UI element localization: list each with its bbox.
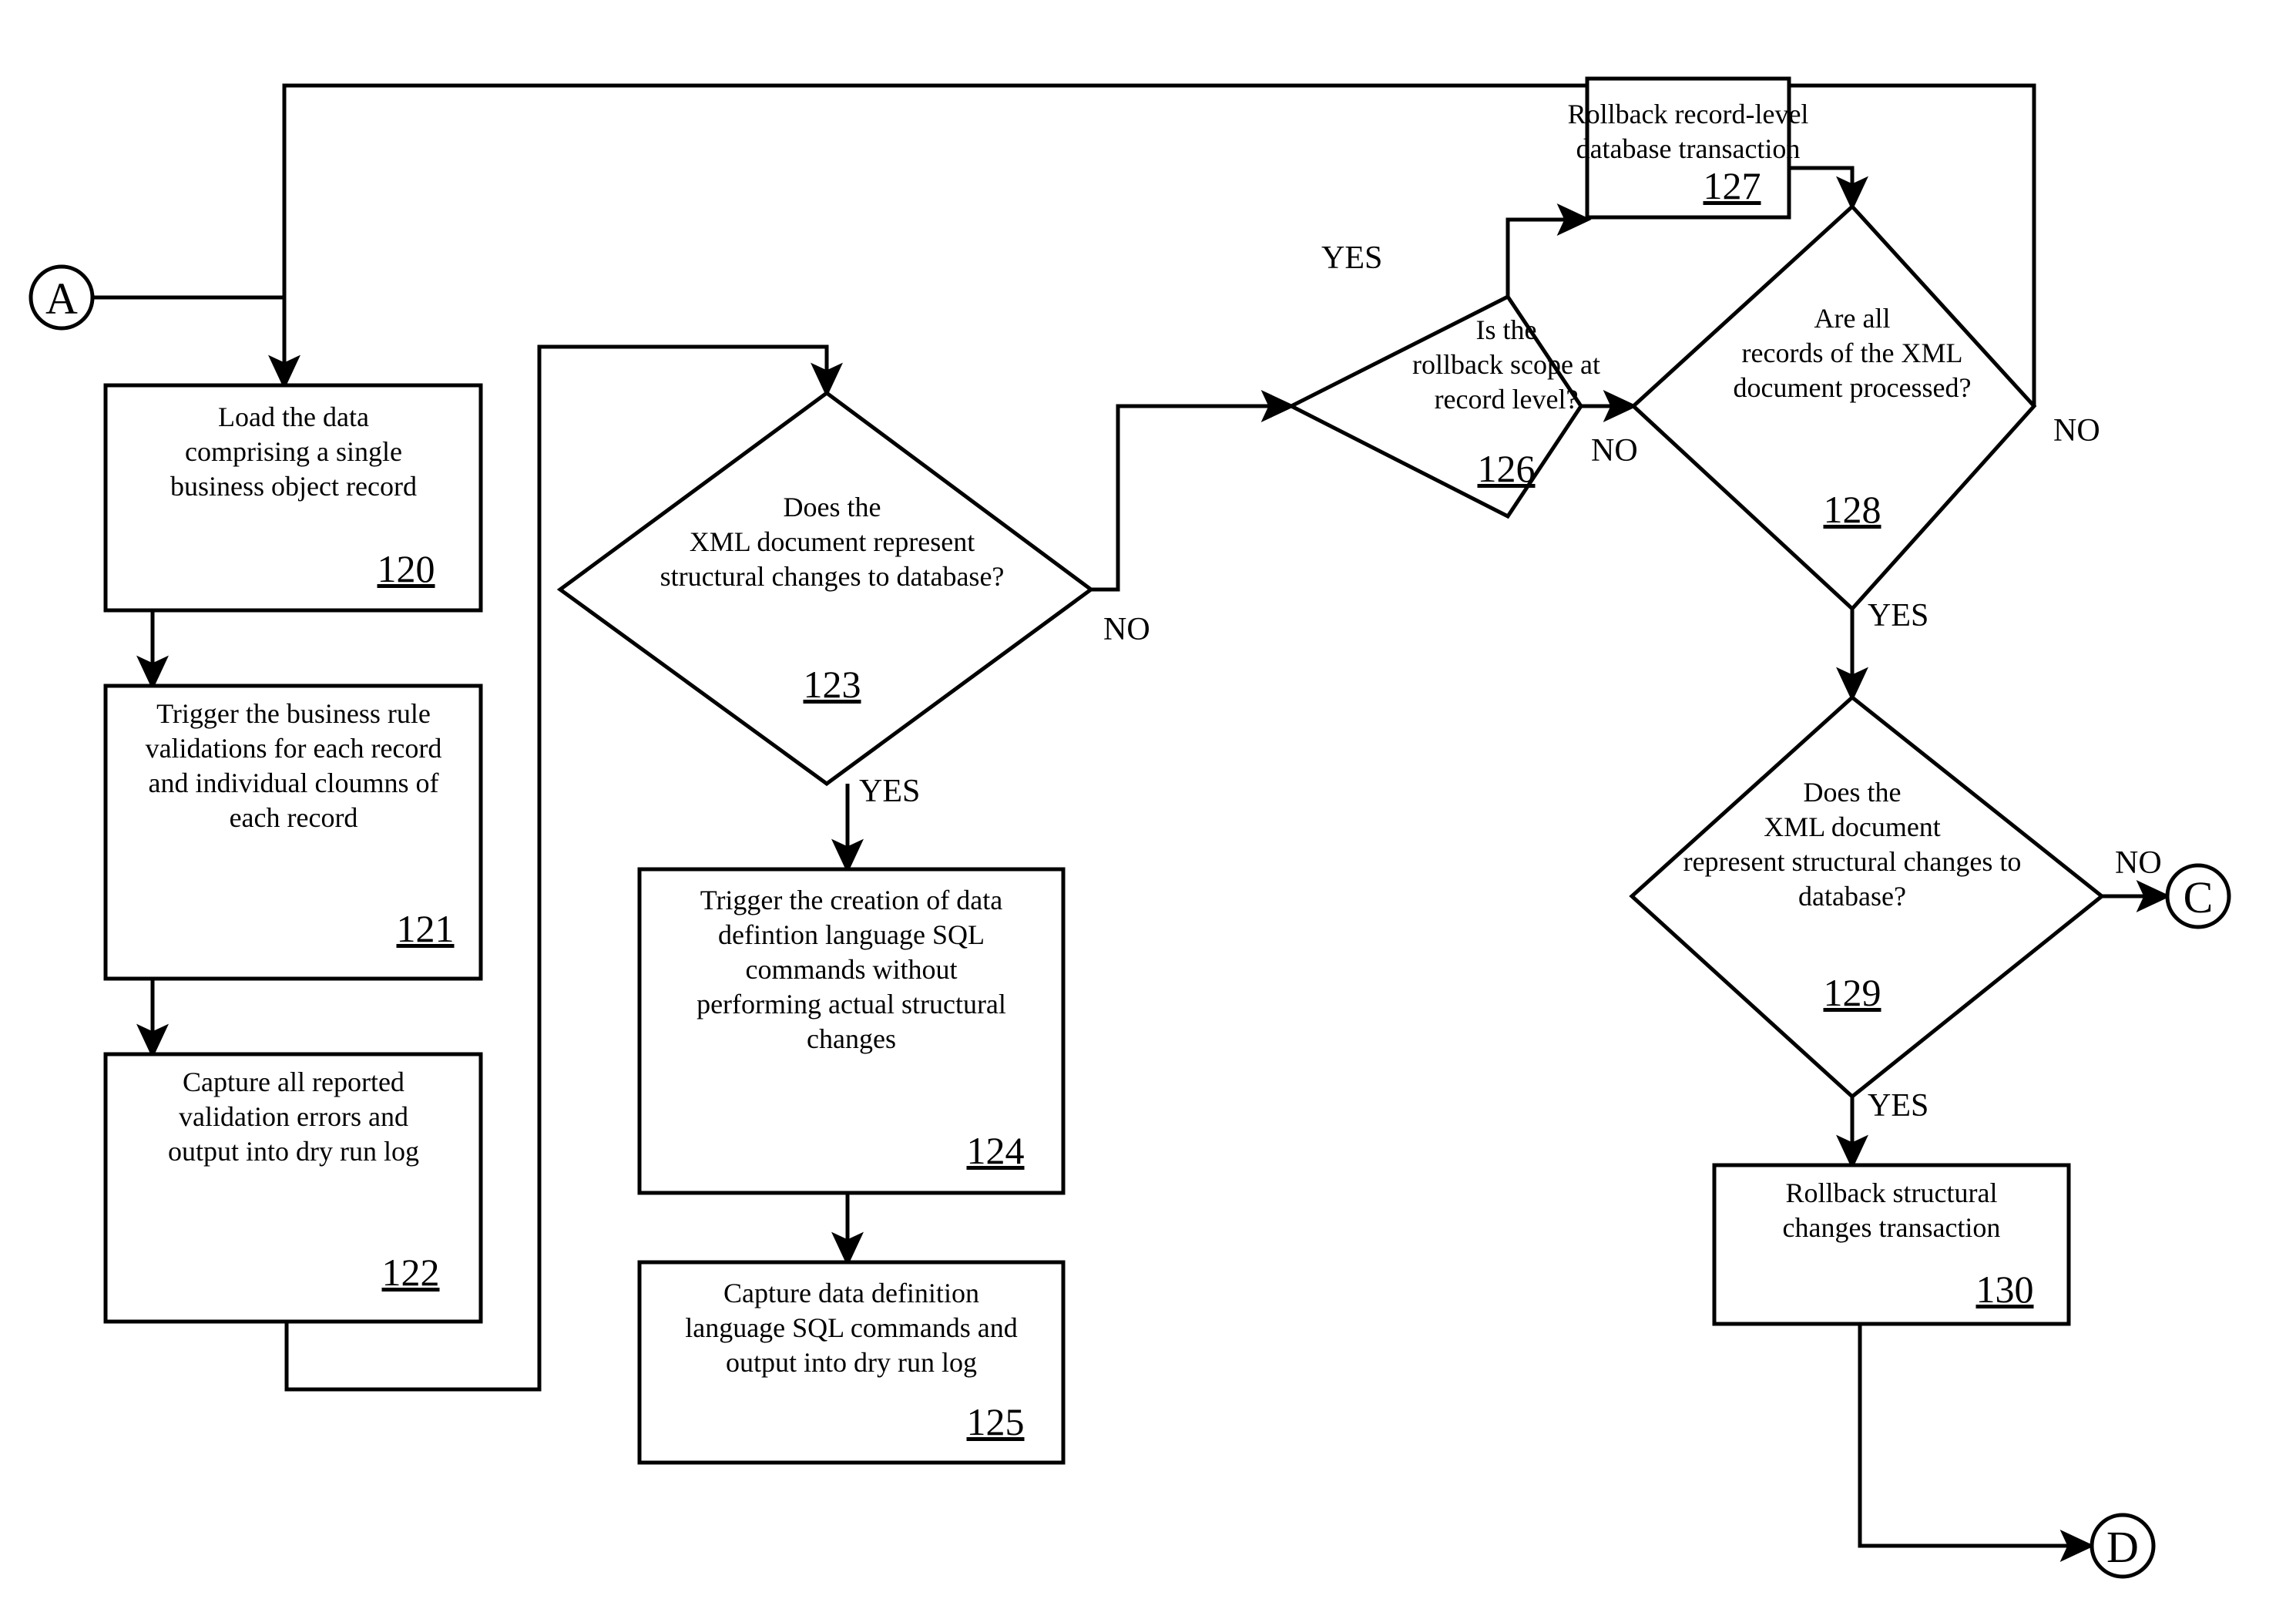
node-121-ref: 121 <box>397 907 455 950</box>
node-127-ref: 127 <box>1704 164 1761 207</box>
node-123-ref: 123 <box>804 663 861 706</box>
node-125-ref: 125 <box>967 1400 1025 1443</box>
node-122[interactable]: Capture all reported validation errors a… <box>103 1052 483 1324</box>
node-129-line-3: represent structural changes to <box>1683 846 2022 877</box>
node-126-ref: 126 <box>1478 447 1536 490</box>
node-125-line-3: output into dry run log <box>726 1347 977 1378</box>
node-122-line-2: validation errors and <box>179 1101 408 1132</box>
node-120-ref: 120 <box>378 547 435 590</box>
edge-127-to-128 <box>1789 166 1868 211</box>
node-127[interactable]: Rollback record-level database transacti… <box>1568 76 1809 220</box>
node-123-line-3: structural changes to database? <box>660 561 1005 592</box>
node-126[interactable]: Is the rollback scope at record level? 1… <box>1287 294 1600 519</box>
edge-label-129-no: NO <box>2115 845 2162 881</box>
node-129-line-1: Does the <box>1804 777 1902 808</box>
node-129[interactable]: Does the XML document represent structur… <box>1629 694 2106 1100</box>
connector-D-label: D <box>2106 1522 2139 1572</box>
edge-label-126-no: NO <box>1591 433 1638 469</box>
node-120-line-3: business object record <box>170 471 417 502</box>
connector-C-label: C <box>2184 872 2214 922</box>
node-128-ref: 128 <box>1824 488 1881 531</box>
node-124-line-2: defintion language SQL <box>718 919 985 950</box>
node-126-line-1: Is the <box>1476 314 1537 345</box>
node-127-line-2: database transaction <box>1576 133 1801 164</box>
node-130-line-1: Rollback structural <box>1786 1177 1998 1208</box>
node-128-line-1: Are all <box>1814 303 1891 334</box>
node-121-line-3: and individual cloumns of <box>149 768 439 798</box>
node-120-line-2: comprising a single <box>185 436 402 467</box>
node-130-line-2: changes transaction <box>1783 1212 2001 1243</box>
node-130-ref: 130 <box>1976 1268 2034 1311</box>
node-127-line-1: Rollback record-level <box>1568 99 1809 129</box>
node-121[interactable]: Trigger the business rule validations fo… <box>103 684 483 981</box>
node-128-line-2: records of the XML <box>1742 338 1963 368</box>
edge-label-128-no: NO <box>2053 413 2100 448</box>
node-122-ref: 122 <box>382 1251 440 1294</box>
edge-label-126-yes: YES <box>1321 240 1382 276</box>
edge-130-to-D <box>1858 1324 2095 1562</box>
edge-126-yes-to-127 <box>1505 203 1592 297</box>
connector-A-label: A <box>45 274 78 324</box>
node-121-line-2: validations for each record <box>146 733 442 764</box>
connector-D[interactable]: D <box>2090 1513 2156 1579</box>
node-124-line-3: commands without <box>746 954 958 985</box>
edge-123-no-to-126 <box>1091 390 1296 592</box>
node-123[interactable]: Does the XML document represent structur… <box>556 390 1095 787</box>
node-129-line-4: database? <box>1798 881 1906 912</box>
node-124[interactable]: Trigger the creation of data defintion l… <box>637 867 1066 1195</box>
node-125-line-1: Capture data definition <box>723 1278 979 1308</box>
node-121-line-1: Trigger the business rule <box>156 698 431 729</box>
flowchart-canvas: A C D Load the data comprising a single … <box>0 0 2296 1609</box>
node-124-line-5: changes <box>807 1023 896 1054</box>
node-128-line-3: document processed? <box>1734 372 1972 403</box>
node-129-line-2: XML document <box>1764 811 1941 842</box>
node-121-line-4: each record <box>230 802 358 833</box>
node-123-line-1: Does the <box>784 492 881 522</box>
edge-label-123-no: NO <box>1103 612 1150 647</box>
node-120[interactable]: Load the data comprising a single busine… <box>103 383 483 613</box>
connector-A[interactable]: A <box>29 264 95 331</box>
node-123-line-2: XML document represent <box>690 526 975 557</box>
node-120-line-1: Load the data <box>218 401 369 432</box>
edge-label-129-yes: YES <box>1868 1088 1928 1124</box>
node-124-line-1: Trigger the creation of data <box>700 885 1003 915</box>
node-124-ref: 124 <box>967 1129 1025 1172</box>
node-125-line-2: language SQL commands and <box>685 1312 1018 1343</box>
node-128[interactable]: Are all records of the XML document proc… <box>1630 203 2037 612</box>
node-122-line-3: output into dry run log <box>168 1136 419 1167</box>
node-126-line-2: rollback scope at <box>1412 349 1600 380</box>
node-129-ref: 129 <box>1824 971 1881 1014</box>
node-126-line-3: record level? <box>1435 384 1579 415</box>
node-124-line-4: performing actual structural <box>697 989 1006 1019</box>
node-122-line-1: Capture all reported <box>183 1067 404 1097</box>
edge-label-128-yes: YES <box>1868 598 1928 633</box>
edge-label-123-yes: YES <box>859 774 920 809</box>
node-130[interactable]: Rollback structural changes transaction … <box>1712 1163 2071 1326</box>
connector-C[interactable]: C <box>2165 863 2231 929</box>
node-125[interactable]: Capture data definition language SQL com… <box>637 1260 1066 1465</box>
